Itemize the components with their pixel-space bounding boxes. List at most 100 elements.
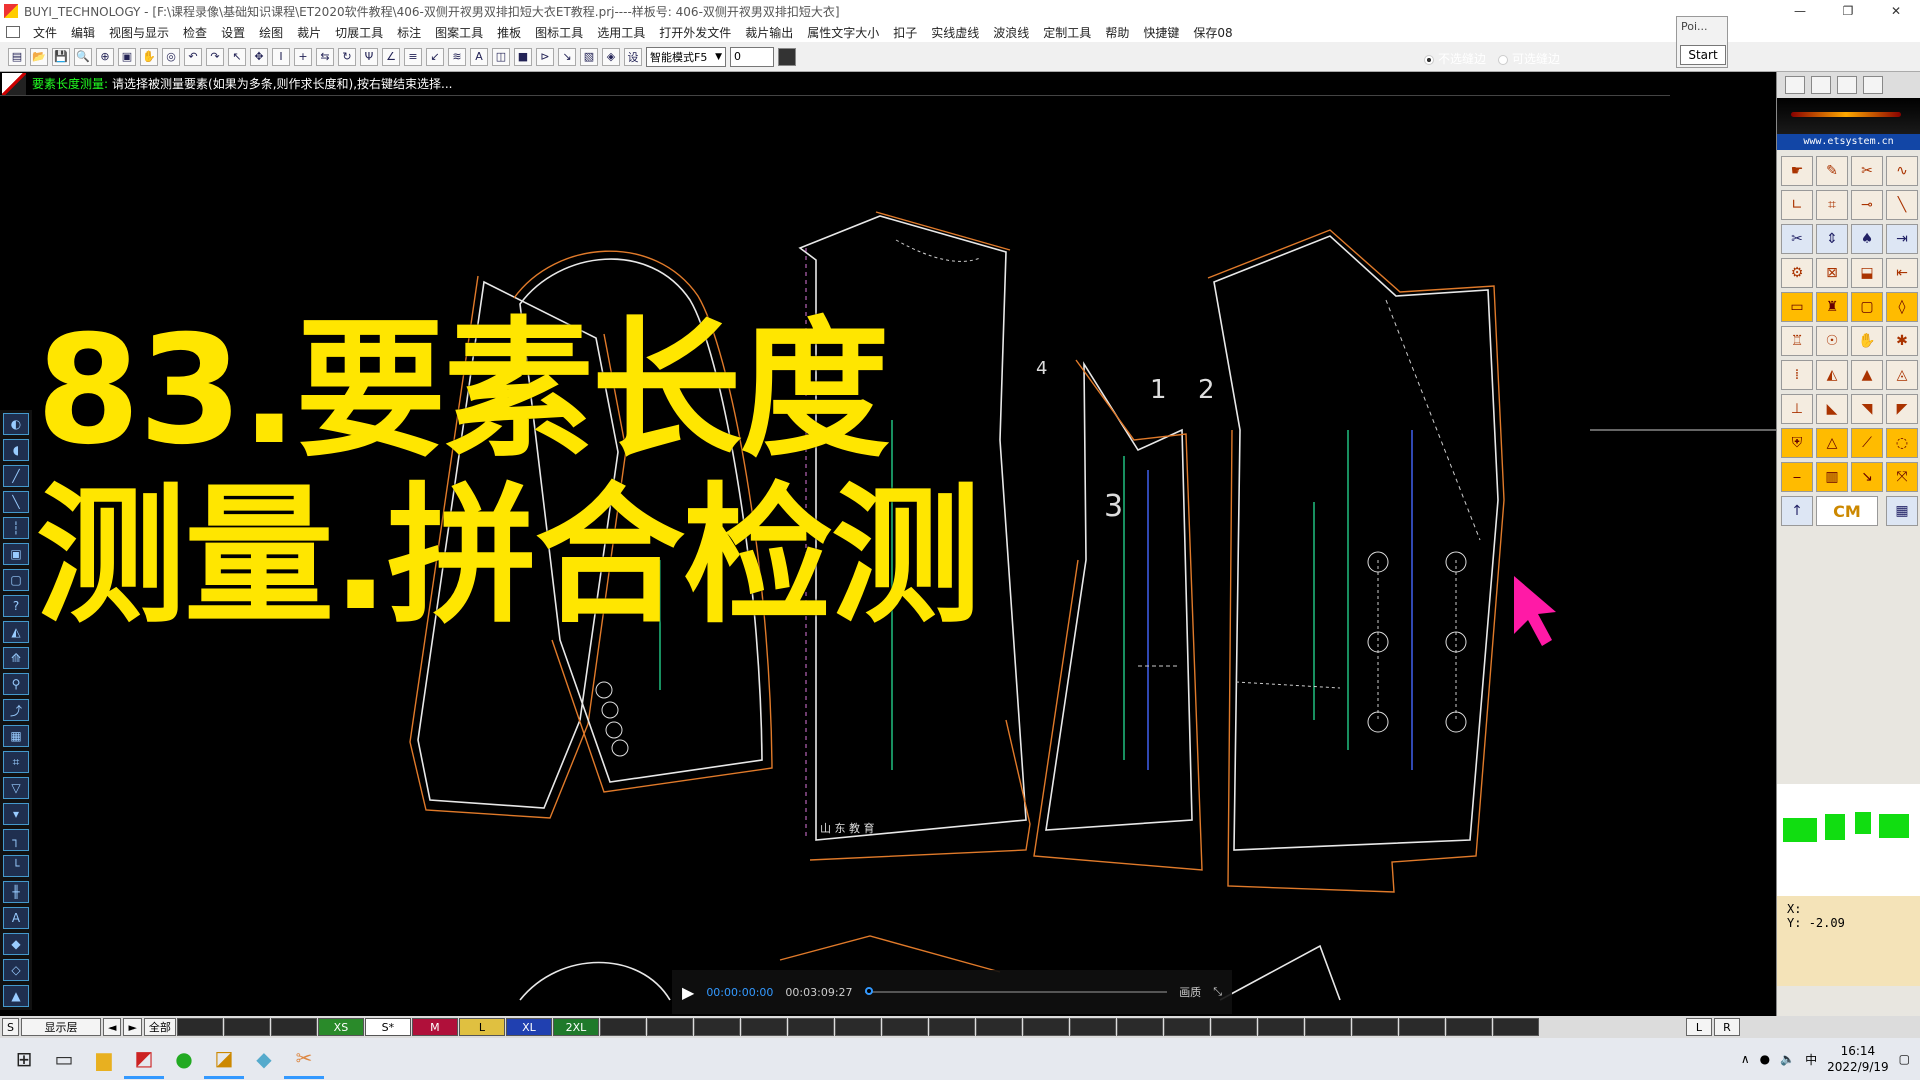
size-empty-cell[interactable]: [1257, 1018, 1304, 1036]
size-s-button[interactable]: S: [2, 1018, 19, 1036]
toolbar-icon-19[interactable]: ↙: [426, 47, 444, 66]
left-tool-icon-3[interactable]: ╲: [3, 491, 29, 513]
right-tool-extra-icon-2[interactable]: ⟋: [1851, 428, 1883, 458]
prev-size-button[interactable]: ◄: [102, 1018, 122, 1036]
left-tool-icon-11[interactable]: ⤴: [3, 699, 29, 721]
menu-item-20[interactable]: 帮助: [1098, 24, 1136, 41]
left-tool-icon-6[interactable]: ▢: [3, 569, 29, 591]
right-tool-icon-1[interactable]: ✎: [1816, 156, 1848, 186]
start-windows-icon[interactable]: ⊞: [4, 1039, 44, 1079]
menu-item-6[interactable]: 裁片: [290, 24, 328, 41]
wechat-icon[interactable]: ●: [164, 1039, 204, 1079]
right-tool-icon-11[interactable]: ⇥: [1886, 224, 1918, 254]
toolbar-icon-10[interactable]: ↖: [228, 47, 246, 66]
right-tool-icon-23[interactable]: ✱: [1886, 326, 1918, 356]
right-tool-extra-icon-4[interactable]: ⎯: [1781, 462, 1813, 492]
menu-item-22[interactable]: 保存08: [1186, 24, 1239, 41]
panel-icon-2[interactable]: [1811, 76, 1831, 94]
right-tool-icon-7[interactable]: ╲: [1886, 190, 1918, 220]
right-tool-icon-10[interactable]: ♠: [1851, 224, 1883, 254]
size-cell-5[interactable]: 2XL: [552, 1018, 599, 1036]
quality-button[interactable]: 画质: [1179, 984, 1201, 1000]
right-tool-icon-29[interactable]: ◣: [1816, 394, 1848, 424]
menu-item-7[interactable]: 切展工具: [328, 24, 390, 41]
size-empty-cell[interactable]: [740, 1018, 787, 1036]
toolbar-icon-21[interactable]: A: [470, 47, 488, 66]
right-tool-icon-0[interactable]: ☛: [1781, 156, 1813, 186]
file-explorer-icon[interactable]: ▆: [84, 1039, 124, 1079]
size-cell-0[interactable]: XS: [317, 1018, 364, 1036]
right-tool-extra-icon-6[interactable]: ↘: [1851, 462, 1883, 492]
toolbar-icon-0[interactable]: ▤: [8, 47, 26, 66]
menu-item-5[interactable]: 绘图: [252, 24, 290, 41]
toolbar-icon-8[interactable]: ↶: [184, 47, 202, 66]
all-sizes-button[interactable]: 全部: [143, 1018, 176, 1036]
toolbar-icon-17[interactable]: ∠: [382, 47, 400, 66]
right-tool-icon-16[interactable]: ▭: [1781, 292, 1813, 322]
menu-item-4[interactable]: 设置: [214, 24, 252, 41]
toolbar-icon-22[interactable]: ◫: [492, 47, 510, 66]
toolbar-icon-4[interactable]: ⊕: [96, 47, 114, 66]
size-empty-cell[interactable]: [1398, 1018, 1445, 1036]
left-tool-icon-19[interactable]: A: [3, 907, 29, 929]
toolbar-icon-28[interactable]: 设: [624, 47, 642, 66]
menu-item-16[interactable]: 扣子: [886, 24, 924, 41]
menu-item-1[interactable]: 编辑: [64, 24, 102, 41]
right-tool-icon-18[interactable]: ▢: [1851, 292, 1883, 322]
right-tool-icon-19[interactable]: ◊: [1886, 292, 1918, 322]
size-empty-cell[interactable]: [693, 1018, 740, 1036]
size-empty-cell[interactable]: [1022, 1018, 1069, 1036]
menu-item-2[interactable]: 视图与显示: [102, 24, 176, 41]
close-button[interactable]: ✕: [1876, 0, 1916, 22]
right-tool-icon-3[interactable]: ∿: [1886, 156, 1918, 186]
size-empty-cell[interactable]: [223, 1018, 270, 1036]
right-tool-extra-icon-5[interactable]: ▥: [1816, 462, 1848, 492]
size-empty-cell[interactable]: [787, 1018, 834, 1036]
left-tool-icon-5[interactable]: ▣: [3, 543, 29, 565]
calculator-icon[interactable]: ▦: [1886, 496, 1918, 526]
toolbar-icon-6[interactable]: ✋: [140, 47, 158, 66]
menu-item-8[interactable]: 标注: [390, 24, 428, 41]
right-tool-icon-30[interactable]: ◥: [1851, 394, 1883, 424]
notification-icon[interactable]: ▢: [1899, 1052, 1910, 1066]
value-input[interactable]: 0: [730, 46, 774, 67]
paint-app-icon[interactable]: ◪: [204, 1039, 244, 1079]
right-tool-icon-21[interactable]: ☉: [1816, 326, 1848, 356]
right-tool-icon-27[interactable]: ◬: [1886, 360, 1918, 390]
size-empty-cell[interactable]: [1163, 1018, 1210, 1036]
left-tool-icon-7[interactable]: ?: [3, 595, 29, 617]
size-empty-cell[interactable]: [1351, 1018, 1398, 1036]
left-tool-icon-4[interactable]: ┆: [3, 517, 29, 539]
size-cell-3[interactable]: L: [458, 1018, 505, 1036]
size-cell-2[interactable]: M: [411, 1018, 458, 1036]
next-size-button[interactable]: ►: [123, 1018, 142, 1036]
size-empty-cell[interactable]: [646, 1018, 693, 1036]
left-tool-icon-18[interactable]: ╫: [3, 881, 29, 903]
size-empty-cell[interactable]: [1492, 1018, 1539, 1036]
toolbar-icon-18[interactable]: ≡: [404, 47, 422, 66]
menu-item-17[interactable]: 实线虚线: [924, 24, 986, 41]
toolbar-icon-26[interactable]: ▧: [580, 47, 598, 66]
menu-item-11[interactable]: 图标工具: [528, 24, 590, 41]
menu-item-18[interactable]: 波浪线: [986, 24, 1036, 41]
right-side-button[interactable]: R: [1714, 1018, 1740, 1036]
toolbar-icon-16[interactable]: Ψ: [360, 47, 378, 66]
pattern-piece-side[interactable]: 1 2 3 4: [1033, 358, 1215, 871]
seek-knob[interactable]: [864, 987, 873, 995]
left-tool-icon-10[interactable]: ⚲: [3, 673, 29, 695]
toolbar-icon-25[interactable]: ↘: [558, 47, 576, 66]
toolbar-icon-12[interactable]: I: [272, 47, 290, 66]
right-tool-icon-13[interactable]: ⊠: [1816, 258, 1848, 288]
mode-select[interactable]: 智能模式F5 ▼: [646, 46, 726, 67]
start-button[interactable]: Start: [1680, 45, 1726, 65]
right-tool-icon-26[interactable]: ▲: [1851, 360, 1883, 390]
right-tool-icon-4[interactable]: ∟: [1781, 190, 1813, 220]
menu-item-19[interactable]: 定制工具: [1036, 24, 1098, 41]
right-tool-icon-5[interactable]: ⌗: [1816, 190, 1848, 220]
play-icon[interactable]: ▶: [682, 983, 694, 1002]
toolbar-icon-3[interactable]: 🔍: [74, 47, 92, 66]
no-seam-radio[interactable]: 不选缝边: [1424, 50, 1486, 67]
right-tool-icon-28[interactable]: ⊥: [1781, 394, 1813, 424]
menu-item-9[interactable]: 图案工具: [428, 24, 490, 41]
tray-network-icon[interactable]: ●: [1760, 1052, 1770, 1066]
